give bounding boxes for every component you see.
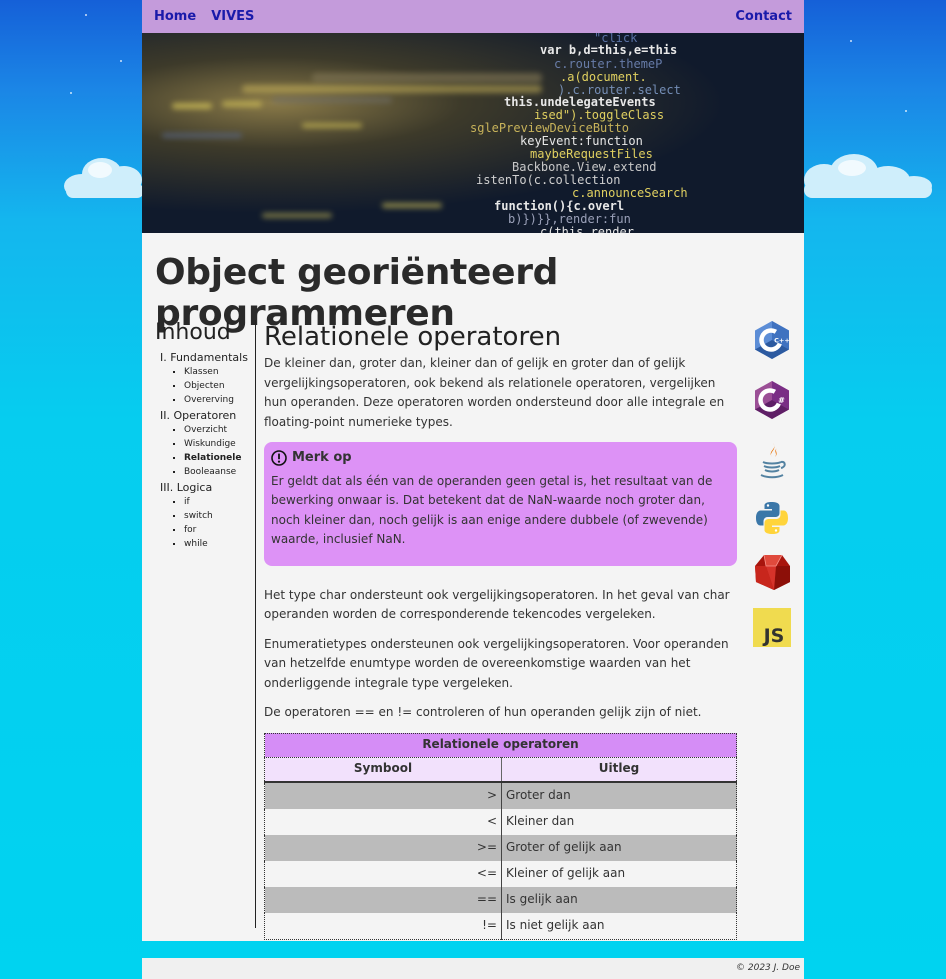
- toc-item[interactable]: Objecten: [184, 381, 255, 391]
- hero-code-line: ised").toggleClass: [534, 108, 665, 122]
- table-header-uitleg: Uitleg: [501, 757, 737, 783]
- toc-list: I. Fundamentals Klassen Objecten Overerv…: [155, 351, 255, 549]
- table-cell-uitleg: Is gelijk aan: [501, 886, 737, 913]
- table-cell-symbol: >=: [264, 834, 502, 861]
- csharp-label: #: [778, 396, 785, 405]
- hero-code-line: c.announceSearch: [572, 186, 688, 200]
- ruby-icon[interactable]: [752, 552, 792, 592]
- hero-code-line: istenTo(c.collection: [476, 173, 621, 187]
- toc-section-label[interactable]: III. Logica: [160, 481, 212, 494]
- javascript-icon[interactable]: JS: [752, 608, 792, 648]
- toc-item[interactable]: for: [184, 525, 255, 535]
- table-row: >= Groter of gelijk aan: [264, 834, 737, 861]
- hero-banner: "click var b,d=this,e=this c.router.them…: [142, 33, 804, 233]
- table-cell-symbol: <: [264, 808, 502, 835]
- toc-item[interactable]: while: [184, 539, 255, 549]
- note-header: Merk op: [271, 448, 730, 468]
- star: [85, 14, 87, 16]
- note-box: Merk op Er geldt dat als één van de oper…: [264, 442, 737, 566]
- star: [850, 40, 852, 42]
- page-container: Home VIVES Contact "click var b,d=this,e…: [142, 0, 804, 941]
- toc-item[interactable]: Wiskundige: [184, 439, 255, 449]
- table-cell-symbol: >: [264, 781, 502, 809]
- table-row: <= Kleiner of gelijk aan: [264, 860, 737, 887]
- toc-section: III. Logica if switch for while: [160, 481, 255, 549]
- star: [905, 110, 907, 112]
- csharp-icon[interactable]: #: [752, 380, 792, 420]
- hero-code-line: c.router.themeP: [554, 57, 663, 71]
- table-row: < Kleiner dan: [264, 808, 737, 835]
- table-row: != Is niet gelijk aan: [264, 912, 737, 939]
- toc-section-label[interactable]: I. Fundamentals: [160, 351, 248, 364]
- enum-paragraph: Enumeratietypes ondersteunen ook vergeli…: [264, 636, 729, 690]
- table-cell-symbol: <=: [264, 860, 502, 887]
- toc-item[interactable]: switch: [184, 511, 255, 521]
- table-cell-symbol: ==: [264, 886, 502, 913]
- nav-contact-link[interactable]: Contact: [735, 9, 792, 24]
- sidebar-divider: [255, 320, 256, 928]
- table-cell-uitleg: Kleiner dan: [501, 808, 737, 835]
- cpp-icon[interactable]: C++: [752, 320, 792, 360]
- char-paragraph: Het type char ondersteunt ook vergelijki…: [264, 587, 730, 622]
- table-cell-symbol: !=: [264, 912, 502, 939]
- table-row: > Groter dan: [264, 781, 737, 809]
- python-icon[interactable]: [752, 498, 792, 538]
- hero-code-line: Backbone.View.extend: [512, 160, 657, 174]
- toc-section: II. Operatoren Overzicht Wiskundige Rela…: [160, 409, 255, 477]
- exclamation-circle-icon: [271, 449, 287, 466]
- sidebar-toc: Inhoud I. Fundamentals Klassen Objecten …: [155, 320, 255, 553]
- footer: © 2023 J. Doe: [142, 958, 804, 979]
- navbar: Home VIVES Contact: [142, 0, 804, 33]
- java-icon[interactable]: [752, 440, 792, 480]
- toc-item[interactable]: if: [184, 497, 255, 507]
- note-title: Merk op: [292, 450, 352, 465]
- nav-home-link[interactable]: Home: [154, 9, 196, 24]
- hero-code-line: maybeRequestFiles: [530, 147, 653, 161]
- hero-code-line: .a(document.: [560, 70, 647, 84]
- table-caption: Relationele operatoren: [264, 733, 737, 758]
- table-cell-uitleg: Groter dan: [501, 781, 737, 809]
- toc-item[interactable]: Booleaanse: [184, 467, 255, 477]
- hero-code-line: function(){c.overl: [494, 199, 625, 213]
- star: [120, 60, 122, 62]
- js-label: JS: [762, 625, 785, 647]
- hero-code-line: b)})}},render:fun: [508, 212, 631, 226]
- hero-code-line: keyEvent:function: [520, 134, 643, 148]
- toc-item[interactable]: Overzicht: [184, 425, 255, 435]
- hero-code-line: c(this.render: [540, 225, 634, 233]
- equality-paragraph: De operatoren == en != controleren of hu…: [264, 705, 702, 719]
- table-row: == Is gelijk aan: [264, 886, 737, 913]
- cloud-right: [804, 154, 932, 198]
- toc-section-label[interactable]: II. Operatoren: [160, 409, 236, 422]
- hero-code-line: sglePreviewDeviceButto: [470, 121, 629, 135]
- section-heading: Relationele operatoren: [264, 322, 562, 352]
- table-cell-uitleg: Groter of gelijk aan: [501, 834, 737, 861]
- cpp-label: C++: [774, 337, 790, 345]
- table-cell-uitleg: Is niet gelijk aan: [501, 912, 737, 939]
- toc-section: I. Fundamentals Klassen Objecten Overerv…: [160, 351, 255, 405]
- toc-item[interactable]: Klassen: [184, 367, 255, 377]
- main-content: Relationele operatoren De kleiner dan, g…: [264, 322, 737, 940]
- toc-heading: Inhoud: [155, 320, 231, 345]
- table-header-symbol: Symbool: [264, 757, 502, 783]
- nav-vives-link[interactable]: VIVES: [211, 9, 254, 24]
- intro-paragraph: De kleiner dan, groter dan, kleiner dan …: [264, 356, 725, 429]
- operators-table: Relationele operatoren Symbool Uitleg > …: [264, 732, 737, 940]
- table-cell-uitleg: Kleiner of gelijk aan: [501, 860, 737, 887]
- note-body: Er geldt dat als één van de operanden ge…: [271, 473, 713, 547]
- hero-code-line: this.undelegateEvents: [504, 95, 656, 109]
- star: [70, 92, 72, 94]
- hero-code-line: var b,d=this,e=this: [540, 43, 678, 57]
- cloud-left: [64, 158, 144, 198]
- toc-item[interactable]: Overerving: [184, 395, 255, 405]
- toc-item-active[interactable]: Relationele: [184, 453, 255, 463]
